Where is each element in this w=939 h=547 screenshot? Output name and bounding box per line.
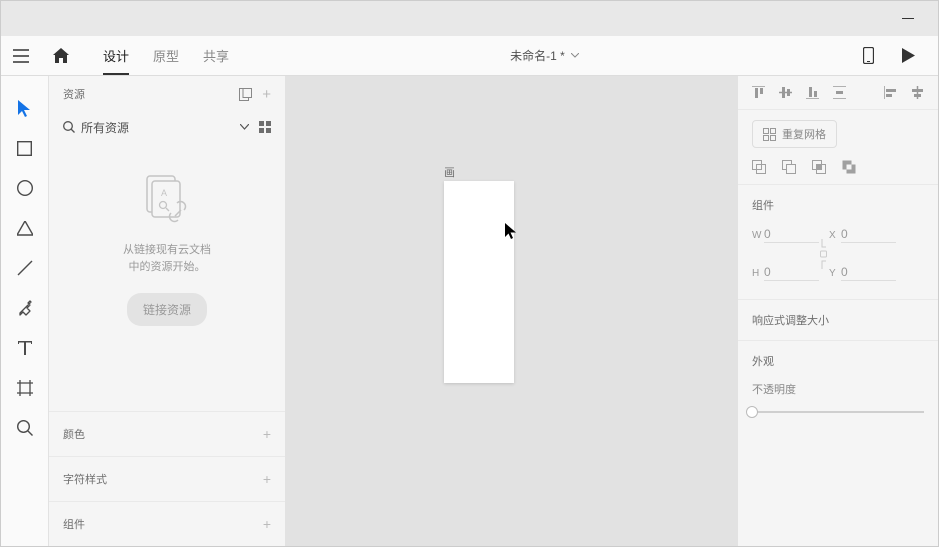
height-label: H [752, 268, 764, 279]
components-section-header[interactable]: 组件+ [49, 501, 285, 546]
chevron-down-icon [571, 53, 579, 58]
line-tool[interactable] [1, 248, 49, 288]
empty-assets-message: 从链接现有云文档 中的资源开始。 [123, 242, 211, 275]
subtract-boolean-icon[interactable] [782, 160, 796, 174]
hamburger-menu-button[interactable] [1, 36, 41, 76]
intersect-boolean-icon[interactable] [812, 160, 826, 174]
opacity-label: 不透明度 [752, 381, 924, 397]
align-left-icon[interactable] [884, 86, 897, 99]
tab-prototype[interactable]: 原型 [141, 36, 191, 75]
plus-icon[interactable]: + [263, 516, 271, 532]
character-styles-section-header[interactable]: 字符样式+ [49, 456, 285, 501]
app-topbar: 设计 原型 共享 未命名-1 * [1, 36, 938, 76]
tool-rail [1, 76, 49, 546]
rectangle-tool[interactable] [1, 128, 49, 168]
align-middle-icon[interactable] [779, 86, 792, 99]
properties-panel: 重复网格 组件 W 0 X 0 H 0 Y 0 [737, 76, 938, 546]
add-asset-icon[interactable]: + [262, 88, 271, 101]
search-icon [63, 121, 75, 133]
add-boolean-icon[interactable] [752, 160, 766, 174]
svg-text:A: A [161, 188, 167, 198]
responsive-resize-row[interactable]: 响应式调整大小 [738, 300, 938, 341]
ellipse-tool[interactable] [1, 168, 49, 208]
canvas-area[interactable]: 画板 – 1 [286, 76, 737, 546]
zoom-tool[interactable] [1, 408, 49, 448]
artboard-tool[interactable] [1, 368, 49, 408]
assets-panel-title: 资源 [63, 86, 85, 102]
grid-view-icon[interactable] [259, 121, 271, 133]
plus-icon[interactable]: + [263, 426, 271, 442]
window-titlebar [1, 1, 938, 36]
assets-filter-dropdown[interactable]: 所有资源 [63, 119, 232, 136]
chevron-down-icon[interactable] [240, 124, 249, 130]
colors-section-header[interactable]: 颜色+ [49, 411, 285, 456]
select-tool[interactable] [1, 88, 49, 128]
align-top-icon[interactable] [752, 86, 765, 99]
assets-panel: 资源 + 所有资源 A [49, 76, 286, 546]
linked-assets-illustration-icon: A [139, 172, 195, 228]
tab-share[interactable]: 共享 [191, 36, 241, 75]
exclude-boolean-icon[interactable] [842, 160, 856, 174]
x-input[interactable]: 0 [841, 227, 896, 243]
cursor-icon [505, 223, 517, 239]
width-label: W [752, 230, 764, 241]
document-assets-icon[interactable] [239, 88, 252, 101]
window-minimize-button[interactable] [898, 9, 918, 29]
document-title-dropdown[interactable]: 未命名-1 * [241, 47, 848, 64]
repeat-grid-icon [763, 128, 776, 141]
text-tool[interactable] [1, 328, 49, 368]
tab-design[interactable]: 设计 [91, 36, 141, 75]
lock-aspect-icon[interactable] [819, 239, 829, 269]
x-label: X [829, 230, 841, 241]
home-button[interactable] [41, 36, 81, 76]
y-input[interactable]: 0 [841, 265, 896, 281]
repeat-grid-button[interactable]: 重复网格 [752, 120, 837, 148]
polygon-tool[interactable] [1, 208, 49, 248]
width-input[interactable]: 0 [764, 227, 819, 243]
distribute-vertical-icon[interactable] [833, 86, 846, 99]
y-label: Y [829, 268, 841, 279]
plus-icon[interactable]: + [263, 471, 271, 487]
pen-tool[interactable] [1, 288, 49, 328]
play-preview-button[interactable] [888, 36, 928, 76]
artboard[interactable] [444, 181, 514, 383]
transform-header: 组件 [752, 197, 924, 213]
opacity-slider[interactable] [752, 405, 924, 419]
device-preview-button[interactable] [848, 36, 888, 76]
appearance-header: 外观 [752, 353, 924, 369]
height-input[interactable]: 0 [764, 265, 819, 281]
align-center-icon[interactable] [911, 86, 924, 99]
align-bottom-icon[interactable] [806, 86, 819, 99]
link-assets-button[interactable]: 链接资源 [127, 293, 207, 326]
